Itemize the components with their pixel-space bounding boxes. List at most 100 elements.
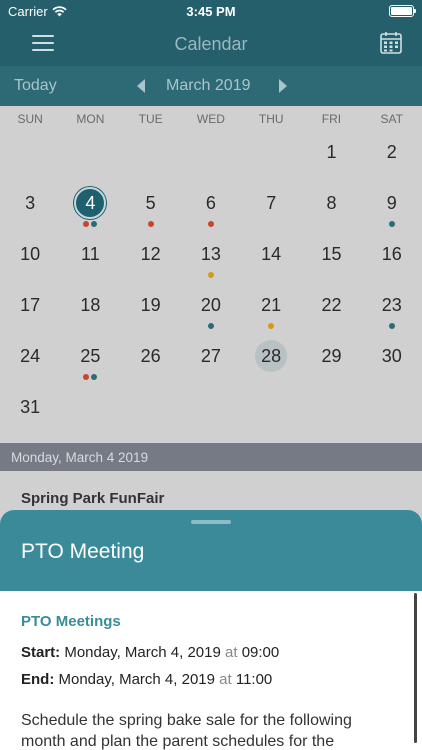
calendar-week: 24 25 26 27 28 29 30 — [0, 336, 422, 387]
event-dot-red — [83, 374, 90, 380]
calendar-day-18[interactable]: 18 — [60, 285, 120, 336]
calendar-day-26[interactable]: 26 — [121, 336, 181, 387]
calendar-day-22[interactable]: 22 — [301, 285, 361, 336]
calendar-week: 31 — [0, 387, 422, 438]
calendar-day-17[interactable]: 17 — [0, 285, 60, 336]
weekday-label: THU — [258, 112, 284, 126]
day-number: 19 — [140, 295, 161, 315]
scrollbar[interactable] — [414, 593, 417, 743]
end-label: End: — [21, 671, 55, 688]
calendar-empty-cell — [181, 132, 241, 183]
day-number: 21 — [261, 295, 282, 315]
calendar-day-15[interactable]: 15 — [301, 234, 361, 285]
calendar-day-4[interactable]: 4 — [60, 183, 120, 234]
calendar-day-14[interactable]: 14 — [241, 234, 301, 285]
weekday-label: SUN — [17, 112, 43, 126]
calendar-day-5[interactable]: 5 — [121, 183, 181, 234]
calendar-empty-cell — [60, 387, 120, 438]
event-dots — [181, 272, 241, 278]
calendar-empty-cell — [241, 387, 301, 438]
weekday-label: SAT — [380, 112, 403, 126]
calendar-day-28[interactable]: 28 — [241, 336, 301, 387]
sheet-header[interactable]: PTO Meeting — [0, 510, 422, 591]
day-number: 23 — [381, 295, 402, 315]
event-detail-body: PTO Meetings Start: Monday, March 4, 201… — [0, 591, 422, 750]
next-month-icon[interactable] — [279, 79, 287, 93]
calendar-day-25[interactable]: 25 — [60, 336, 120, 387]
day-number: 7 — [266, 193, 277, 213]
event-dots — [181, 221, 241, 227]
day-number: 2 — [386, 142, 397, 162]
event-dots — [362, 221, 422, 227]
event-dot-red — [147, 221, 154, 227]
calendar-day-23[interactable]: 23 — [362, 285, 422, 336]
start-at: at — [225, 644, 238, 661]
calendar-day-7[interactable]: 7 — [241, 183, 301, 234]
day-number: 27 — [200, 346, 221, 366]
event-dot-red — [83, 221, 90, 227]
calendar-day-27[interactable]: 27 — [181, 336, 241, 387]
event-description: Schedule the spring bake sale for the fo… — [21, 712, 352, 750]
calendar-day-16[interactable]: 16 — [362, 234, 422, 285]
calendar-week: 12 — [0, 132, 422, 183]
start-label: Start: — [21, 644, 61, 661]
calendar-icon[interactable] — [380, 31, 402, 55]
calendar-empty-cell — [121, 387, 181, 438]
end-at: at — [219, 671, 232, 688]
previous-month-icon[interactable] — [137, 79, 145, 93]
day-number: 17 — [20, 295, 41, 315]
calendar-day-20[interactable]: 20 — [181, 285, 241, 336]
drag-handle[interactable] — [191, 520, 231, 524]
day-number: 24 — [20, 346, 41, 366]
calendar-day-21[interactable]: 21 — [241, 285, 301, 336]
day-number: 15 — [321, 244, 342, 264]
day-number: 11 — [81, 244, 100, 264]
calendar-day-19[interactable]: 19 — [121, 285, 181, 336]
event-dots — [241, 323, 301, 329]
event-dots — [362, 323, 422, 329]
day-number: 25 — [80, 346, 101, 366]
event-dots — [60, 221, 120, 227]
end-date: Monday, March 4, 2019 — [58, 671, 215, 688]
day-number: 16 — [381, 244, 402, 264]
day-number: 26 — [140, 346, 161, 366]
calendar-day-9[interactable]: 9 — [362, 183, 422, 234]
day-number: 1 — [326, 142, 337, 162]
calendar-day-6[interactable]: 6 — [181, 183, 241, 234]
start-date: Monday, March 4, 2019 — [64, 644, 221, 661]
calendar-day-12[interactable]: 12 — [121, 234, 181, 285]
calendar-day-31[interactable]: 31 — [0, 387, 60, 438]
event-dots — [181, 323, 241, 329]
today-button[interactable]: Today — [14, 77, 57, 95]
weekday-label: TUE — [138, 112, 163, 126]
calendar-day-24[interactable]: 24 — [0, 336, 60, 387]
day-number: 29 — [321, 346, 342, 366]
weekday-label: WED — [196, 112, 225, 126]
event-title: Spring Park FunFair — [21, 490, 165, 507]
calendar-day-13[interactable]: 13 — [181, 234, 241, 285]
day-number: 3 — [25, 193, 36, 213]
event-dot-teal — [91, 374, 98, 380]
event-category: PTO Meetings — [21, 613, 121, 630]
day-number: 10 — [20, 244, 41, 264]
calendar-week: 3 4 5 6 7 8 9 — [0, 183, 422, 234]
calendar-day-3[interactable]: 3 — [0, 183, 60, 234]
calendar-day-10[interactable]: 10 — [0, 234, 60, 285]
event-dot-teal — [388, 221, 395, 227]
month-calendar: SUN MON TUE WED THU FRI SAT 1 2 3 4 5 6 7 8 9 10 1… — [0, 106, 422, 443]
calendar-week: 10 11 12 13 14 15 16 — [0, 234, 422, 285]
day-number: 30 — [381, 346, 402, 366]
calendar-day-8[interactable]: 8 — [301, 183, 361, 234]
status-bar: Carrier 3:45 PM — [0, 0, 422, 22]
day-number: 28 — [261, 346, 282, 366]
month-navigation: Today March 2019 — [0, 66, 422, 106]
calendar-day-11[interactable]: 11 — [60, 234, 120, 285]
calendar-week: 17 18 19 20 21 22 23 — [0, 285, 422, 336]
event-detail-sheet: PTO Meeting PTO Meetings Start: Monday, … — [0, 510, 422, 750]
calendar-day-29[interactable]: 29 — [301, 336, 361, 387]
calendar-empty-cell — [181, 387, 241, 438]
calendar-day-30[interactable]: 30 — [362, 336, 422, 387]
calendar-day-1[interactable]: 1 — [301, 132, 361, 183]
calendar-day-2[interactable]: 2 — [362, 132, 422, 183]
calendar-empty-cell — [362, 387, 422, 438]
